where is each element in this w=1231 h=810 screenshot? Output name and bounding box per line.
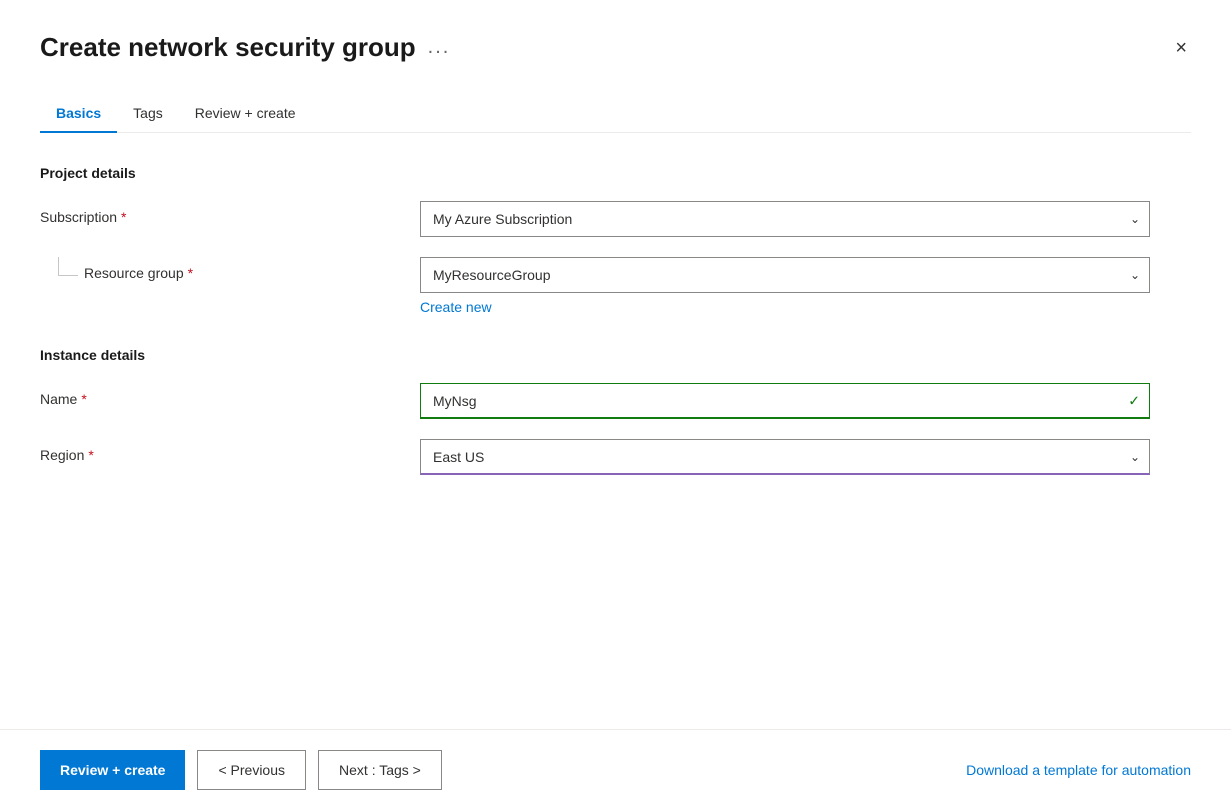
resource-group-label-area: Resource group * xyxy=(40,257,420,281)
subscription-select[interactable]: My Azure Subscription xyxy=(420,201,1150,237)
resource-group-row: Resource group * MyResourceGroup ⌄ Creat… xyxy=(40,257,1191,315)
region-required-star: * xyxy=(88,447,93,463)
subscription-required-star: * xyxy=(121,209,126,225)
more-options-icon[interactable]: ... xyxy=(428,36,451,59)
resource-group-control: MyResourceGroup ⌄ Create new xyxy=(420,257,1150,315)
subscription-label: Subscription * xyxy=(40,201,420,225)
panel-footer: Review + create < Previous Next : Tags >… xyxy=(0,729,1231,810)
name-row: Name * ✓ xyxy=(40,383,1191,419)
name-required-star: * xyxy=(81,391,86,407)
name-label: Name * xyxy=(40,383,420,407)
name-input[interactable] xyxy=(420,383,1150,419)
previous-button[interactable]: < Previous xyxy=(197,750,306,790)
review-create-button[interactable]: Review + create xyxy=(40,750,185,790)
resource-group-required-star: * xyxy=(188,265,193,281)
close-button[interactable]: × xyxy=(1171,34,1191,62)
tab-review-create[interactable]: Review + create xyxy=(179,95,312,133)
region-control: East US ⌄ xyxy=(420,439,1150,475)
region-select[interactable]: East US xyxy=(420,439,1150,475)
create-panel: Create network security group ... × Basi… xyxy=(0,0,1231,810)
tab-tags[interactable]: Tags xyxy=(117,95,179,133)
page-title: Create network security group xyxy=(40,32,416,63)
region-select-wrapper: East US ⌄ xyxy=(420,439,1150,475)
create-new-link[interactable]: Create new xyxy=(420,299,492,315)
project-details-header: Project details xyxy=(40,165,1191,181)
panel-content: Basics Tags Review + create Project deta… xyxy=(0,63,1231,729)
subscription-row: Subscription * My Azure Subscription ⌄ xyxy=(40,201,1191,237)
resource-group-select-wrapper: MyResourceGroup ⌄ xyxy=(420,257,1150,293)
name-input-wrapper: ✓ xyxy=(420,383,1150,419)
tab-bar: Basics Tags Review + create xyxy=(40,95,1191,133)
instance-details-header: Instance details xyxy=(40,347,1191,363)
bracket-vertical xyxy=(58,257,59,275)
next-button[interactable]: Next : Tags > xyxy=(318,750,442,790)
download-template-link[interactable]: Download a template for automation xyxy=(966,762,1191,778)
panel-header: Create network security group ... × xyxy=(0,0,1231,63)
tab-basics[interactable]: Basics xyxy=(40,95,117,133)
region-label: Region * xyxy=(40,439,420,463)
bracket-horizontal xyxy=(58,275,78,276)
resource-group-select[interactable]: MyResourceGroup xyxy=(420,257,1150,293)
instance-details-section: Instance details Name * ✓ Region xyxy=(40,347,1191,475)
subscription-control: My Azure Subscription ⌄ xyxy=(420,201,1150,237)
name-control: ✓ xyxy=(420,383,1150,419)
panel-title-area: Create network security group ... xyxy=(40,32,450,63)
region-row: Region * East US ⌄ xyxy=(40,439,1191,475)
subscription-select-wrapper: My Azure Subscription ⌄ xyxy=(420,201,1150,237)
